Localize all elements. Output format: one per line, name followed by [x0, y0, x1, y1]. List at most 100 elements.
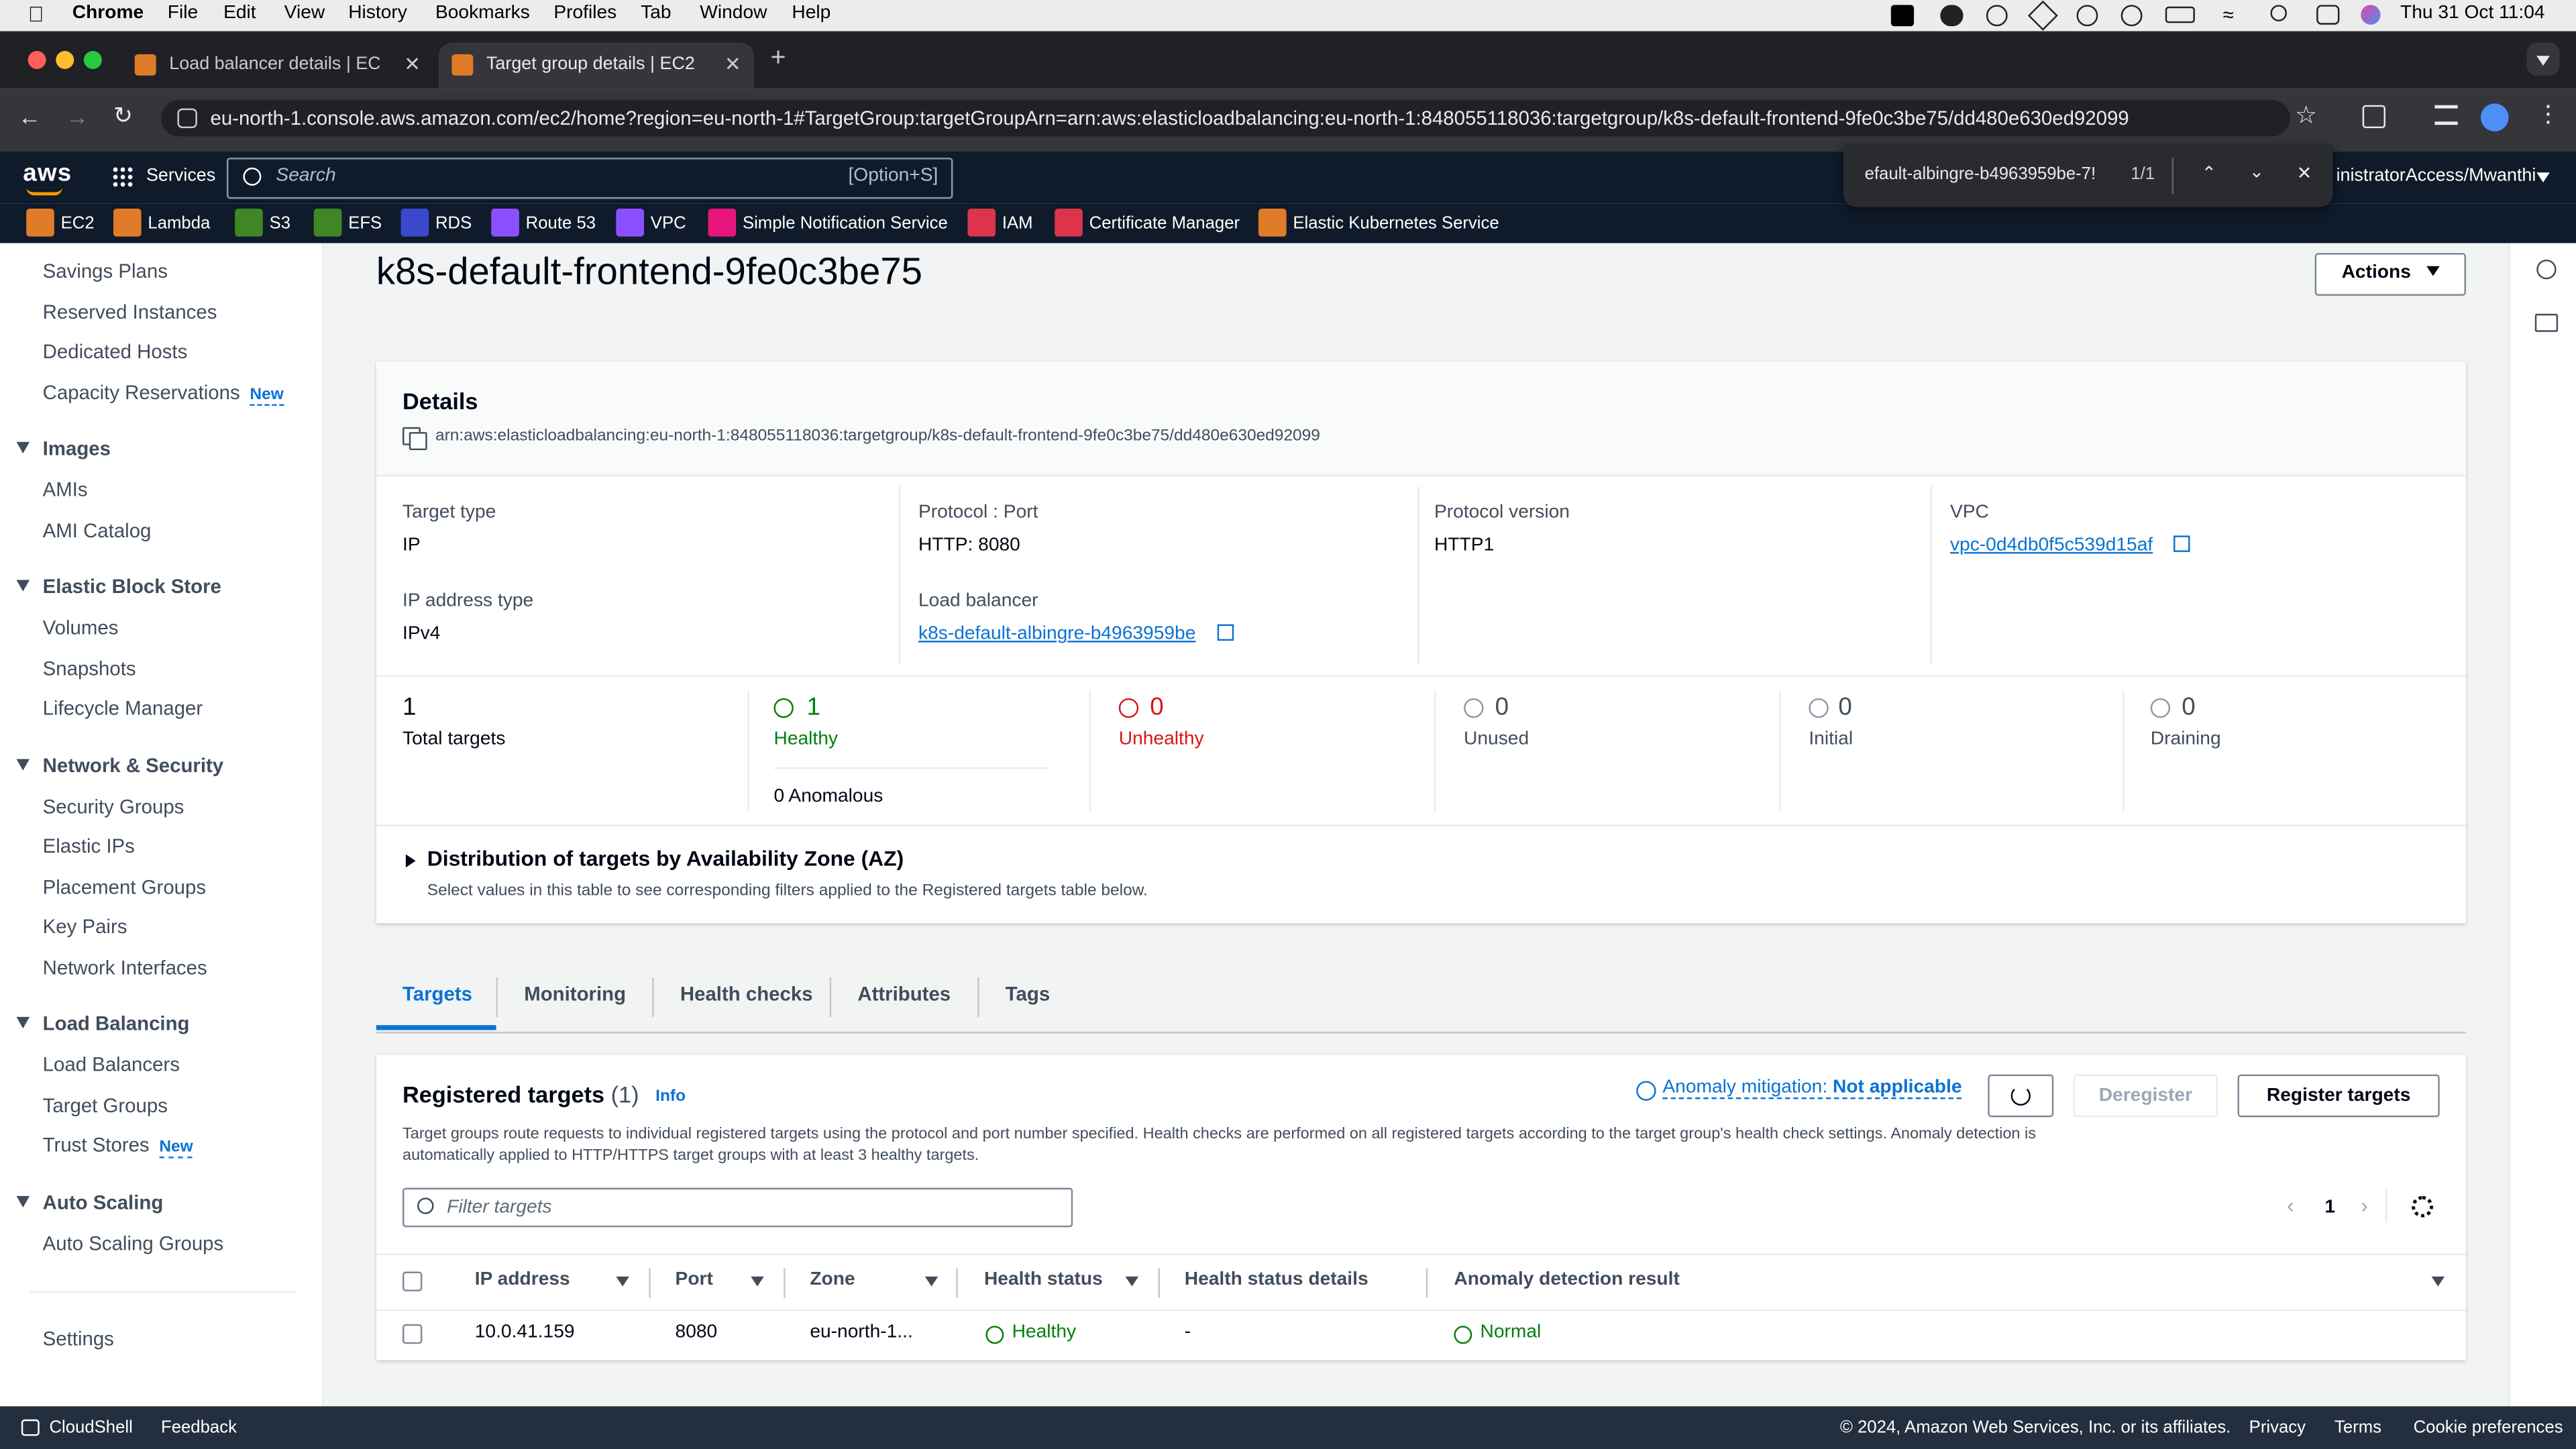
address-bar[interactable]: eu-north-1.console.aws.amazon.com/ec2/ho… — [161, 100, 2290, 137]
sidebar-item-savings-plans[interactable]: Savings Plans — [43, 260, 168, 282]
reading-list-icon[interactable] — [2434, 105, 2458, 125]
tab-health-checks[interactable]: Health checks — [680, 983, 813, 1006]
menu-datetime[interactable]: Thu 31 Oct 11:04 — [2400, 3, 2545, 23]
menu-file[interactable]: File — [168, 3, 198, 23]
find-close-icon[interactable]: ✕ — [2297, 162, 2312, 184]
current-page[interactable]: 1 — [2324, 1197, 2335, 1217]
sidebar-item-target-groups[interactable]: Target Groups — [43, 1094, 168, 1117]
initial-count[interactable]: 0 — [1838, 693, 1851, 721]
sidebar-section-ebs[interactable]: Elastic Block Store — [16, 575, 221, 598]
sidebar-item-security-groups[interactable]: Security Groups — [43, 795, 184, 818]
register-targets-button[interactable]: Register targets — [2237, 1074, 2440, 1118]
sidebar-section-load-balancing[interactable]: Load Balancing — [16, 1012, 189, 1035]
sidebar-item-network-interfaces[interactable]: Network Interfaces — [43, 956, 207, 979]
profile-avatar[interactable] — [2480, 103, 2509, 131]
find-input[interactable]: efault-albingre-b4963959be-7! — [1865, 164, 2111, 184]
column-header-ip-address[interactable]: IP address — [475, 1270, 570, 1289]
services-menu[interactable]: Services — [146, 166, 215, 185]
url-text[interactable]: eu-north-1.console.aws.amazon.com/ec2/ho… — [210, 107, 2129, 129]
privacy-link[interactable]: Privacy — [2249, 1417, 2306, 1437]
sidebar-item-load-balancers[interactable]: Load Balancers — [43, 1053, 180, 1076]
column-header-port[interactable]: Port — [676, 1270, 713, 1289]
sidebar-item-auto-scaling-groups[interactable]: Auto Scaling Groups — [43, 1232, 224, 1255]
window-zoom-button[interactable] — [83, 50, 102, 69]
tab-search-button[interactable] — [2526, 42, 2560, 76]
menu-view[interactable]: View — [284, 3, 325, 23]
new-tab-icon[interactable]: + — [771, 44, 786, 74]
column-header-health-status-details[interactable]: Health status details — [1185, 1270, 1368, 1289]
reload-icon[interactable]: ↻ — [113, 102, 133, 130]
table-row[interactable]: 10.0.41.159 8080 eu-north-1... Healthy -… — [376, 1307, 2466, 1360]
sidebar-item-elastic-ips[interactable]: Elastic IPs — [43, 835, 135, 857]
play-icon[interactable] — [2076, 5, 2098, 27]
column-header-anomaly-detection[interactable]: Anomaly detection result — [1454, 1270, 1679, 1289]
menu-bookmarks[interactable]: Bookmarks — [435, 3, 530, 23]
tab-close-icon[interactable]: ✕ — [724, 52, 741, 75]
sidebar-item-volumes[interactable]: Volumes — [43, 616, 119, 639]
terms-link[interactable]: Terms — [2334, 1417, 2381, 1437]
info-link[interactable]: Info — [655, 1087, 686, 1106]
next-page-icon[interactable]: › — [2361, 1193, 2368, 1218]
find-next-icon[interactable]: ⌄ — [2249, 161, 2265, 182]
anomaly-mitigation-link[interactable]: Anomaly mitigation: Not applicable — [1662, 1078, 1962, 1099]
aws-search-input[interactable]: Search [Option+S] — [226, 158, 953, 199]
load-balancer-link[interactable]: k8s-default-albingre-b4963959be — [918, 625, 1195, 644]
select-all-checkbox[interactable] — [402, 1271, 423, 1291]
draining-count[interactable]: 0 — [2182, 693, 2195, 721]
actions-button[interactable]: Actions — [2314, 253, 2466, 296]
sidebar-item-amis[interactable]: AMIs — [43, 478, 88, 501]
apple-icon[interactable]:  — [28, 1, 44, 26]
screen-record-icon[interactable] — [1890, 5, 1915, 27]
filter-targets-input[interactable]: Filter targets — [402, 1187, 1073, 1228]
previous-page-icon[interactable]: ‹ — [2287, 1193, 2294, 1218]
sidebar-section-images[interactable]: Images — [16, 437, 111, 460]
anomalous-count[interactable]: 0 Anomalous — [773, 787, 883, 806]
tab-tags[interactable]: Tags — [1006, 983, 1050, 1006]
row-checkbox[interactable] — [402, 1324, 423, 1344]
deregister-button[interactable]: Deregister — [2073, 1074, 2218, 1118]
external-link-icon[interactable] — [1217, 624, 1234, 641]
back-icon[interactable]: ← — [18, 103, 41, 129]
refresh-button[interactable] — [1988, 1074, 2054, 1118]
column-header-health-status[interactable]: Health status — [984, 1270, 1103, 1289]
window-close-button[interactable] — [28, 50, 46, 69]
tab-targets[interactable]: Targets — [402, 983, 472, 1006]
sidebar-item-placement-groups[interactable]: Placement Groups — [43, 875, 206, 898]
sidebar-section-network-security[interactable]: Network & Security — [16, 754, 223, 777]
notifications-panel-icon[interactable] — [2534, 313, 2559, 332]
sidebar-item-reserved-instances[interactable]: Reserved Instances — [43, 301, 217, 323]
user-icon[interactable] — [2121, 5, 2143, 27]
column-divider[interactable] — [649, 1268, 651, 1298]
cookie-preferences-link[interactable]: Cookie preferences — [2414, 1417, 2563, 1437]
menu-history[interactable]: History — [348, 3, 407, 23]
column-divider[interactable] — [956, 1268, 958, 1298]
menu-edit[interactable]: Edit — [223, 3, 256, 23]
unhealthy-count[interactable]: 0 — [1150, 693, 1163, 721]
column-header-zone[interactable]: Zone — [810, 1270, 855, 1289]
browser-tab-target-group[interactable]: Target group details | EC2 | eu ✕ — [438, 42, 755, 89]
menu-help[interactable]: Help — [792, 3, 830, 23]
cloud-icon[interactable] — [1940, 5, 1964, 27]
help-panel-icon[interactable] — [2536, 259, 2557, 280]
account-menu[interactable]: inistratorAccess/Mwanthi — [2336, 166, 2536, 185]
sidebar-item-capacity-reservations[interactable]: Capacity Reservations New — [43, 381, 284, 406]
menu-profiles[interactable]: Profiles — [553, 3, 616, 23]
tab-close-icon[interactable]: ✕ — [404, 52, 421, 75]
healthy-count[interactable]: 1 — [806, 693, 820, 721]
control-center-icon[interactable] — [2316, 5, 2340, 25]
sidebar-item-key-pairs[interactable]: Key Pairs — [43, 915, 127, 938]
sort-caret-icon[interactable] — [751, 1276, 764, 1287]
sidebar-section-auto-scaling[interactable]: Auto Scaling — [16, 1191, 163, 1214]
cloudshell-icon[interactable] — [21, 1419, 40, 1436]
sidebar-item-ami-catalog[interactable]: AMI Catalog — [43, 519, 152, 542]
filter-caret-icon[interactable] — [2431, 1276, 2445, 1287]
services-grid-icon[interactable] — [111, 166, 133, 188]
sort-caret-icon[interactable] — [616, 1276, 629, 1287]
menu-window[interactable]: Window — [700, 3, 767, 23]
sidebar-item-trust-stores[interactable]: Trust Stores New — [43, 1134, 193, 1159]
sidebar-item-snapshots[interactable]: Snapshots — [43, 657, 136, 680]
find-previous-icon[interactable]: ⌃ — [2202, 162, 2217, 184]
bookmark-star-icon[interactable]: ☆ — [2295, 100, 2317, 130]
sidebar-item-lifecycle-manager[interactable]: Lifecycle Manager — [43, 696, 203, 719]
forward-icon[interactable]: → — [66, 103, 89, 129]
